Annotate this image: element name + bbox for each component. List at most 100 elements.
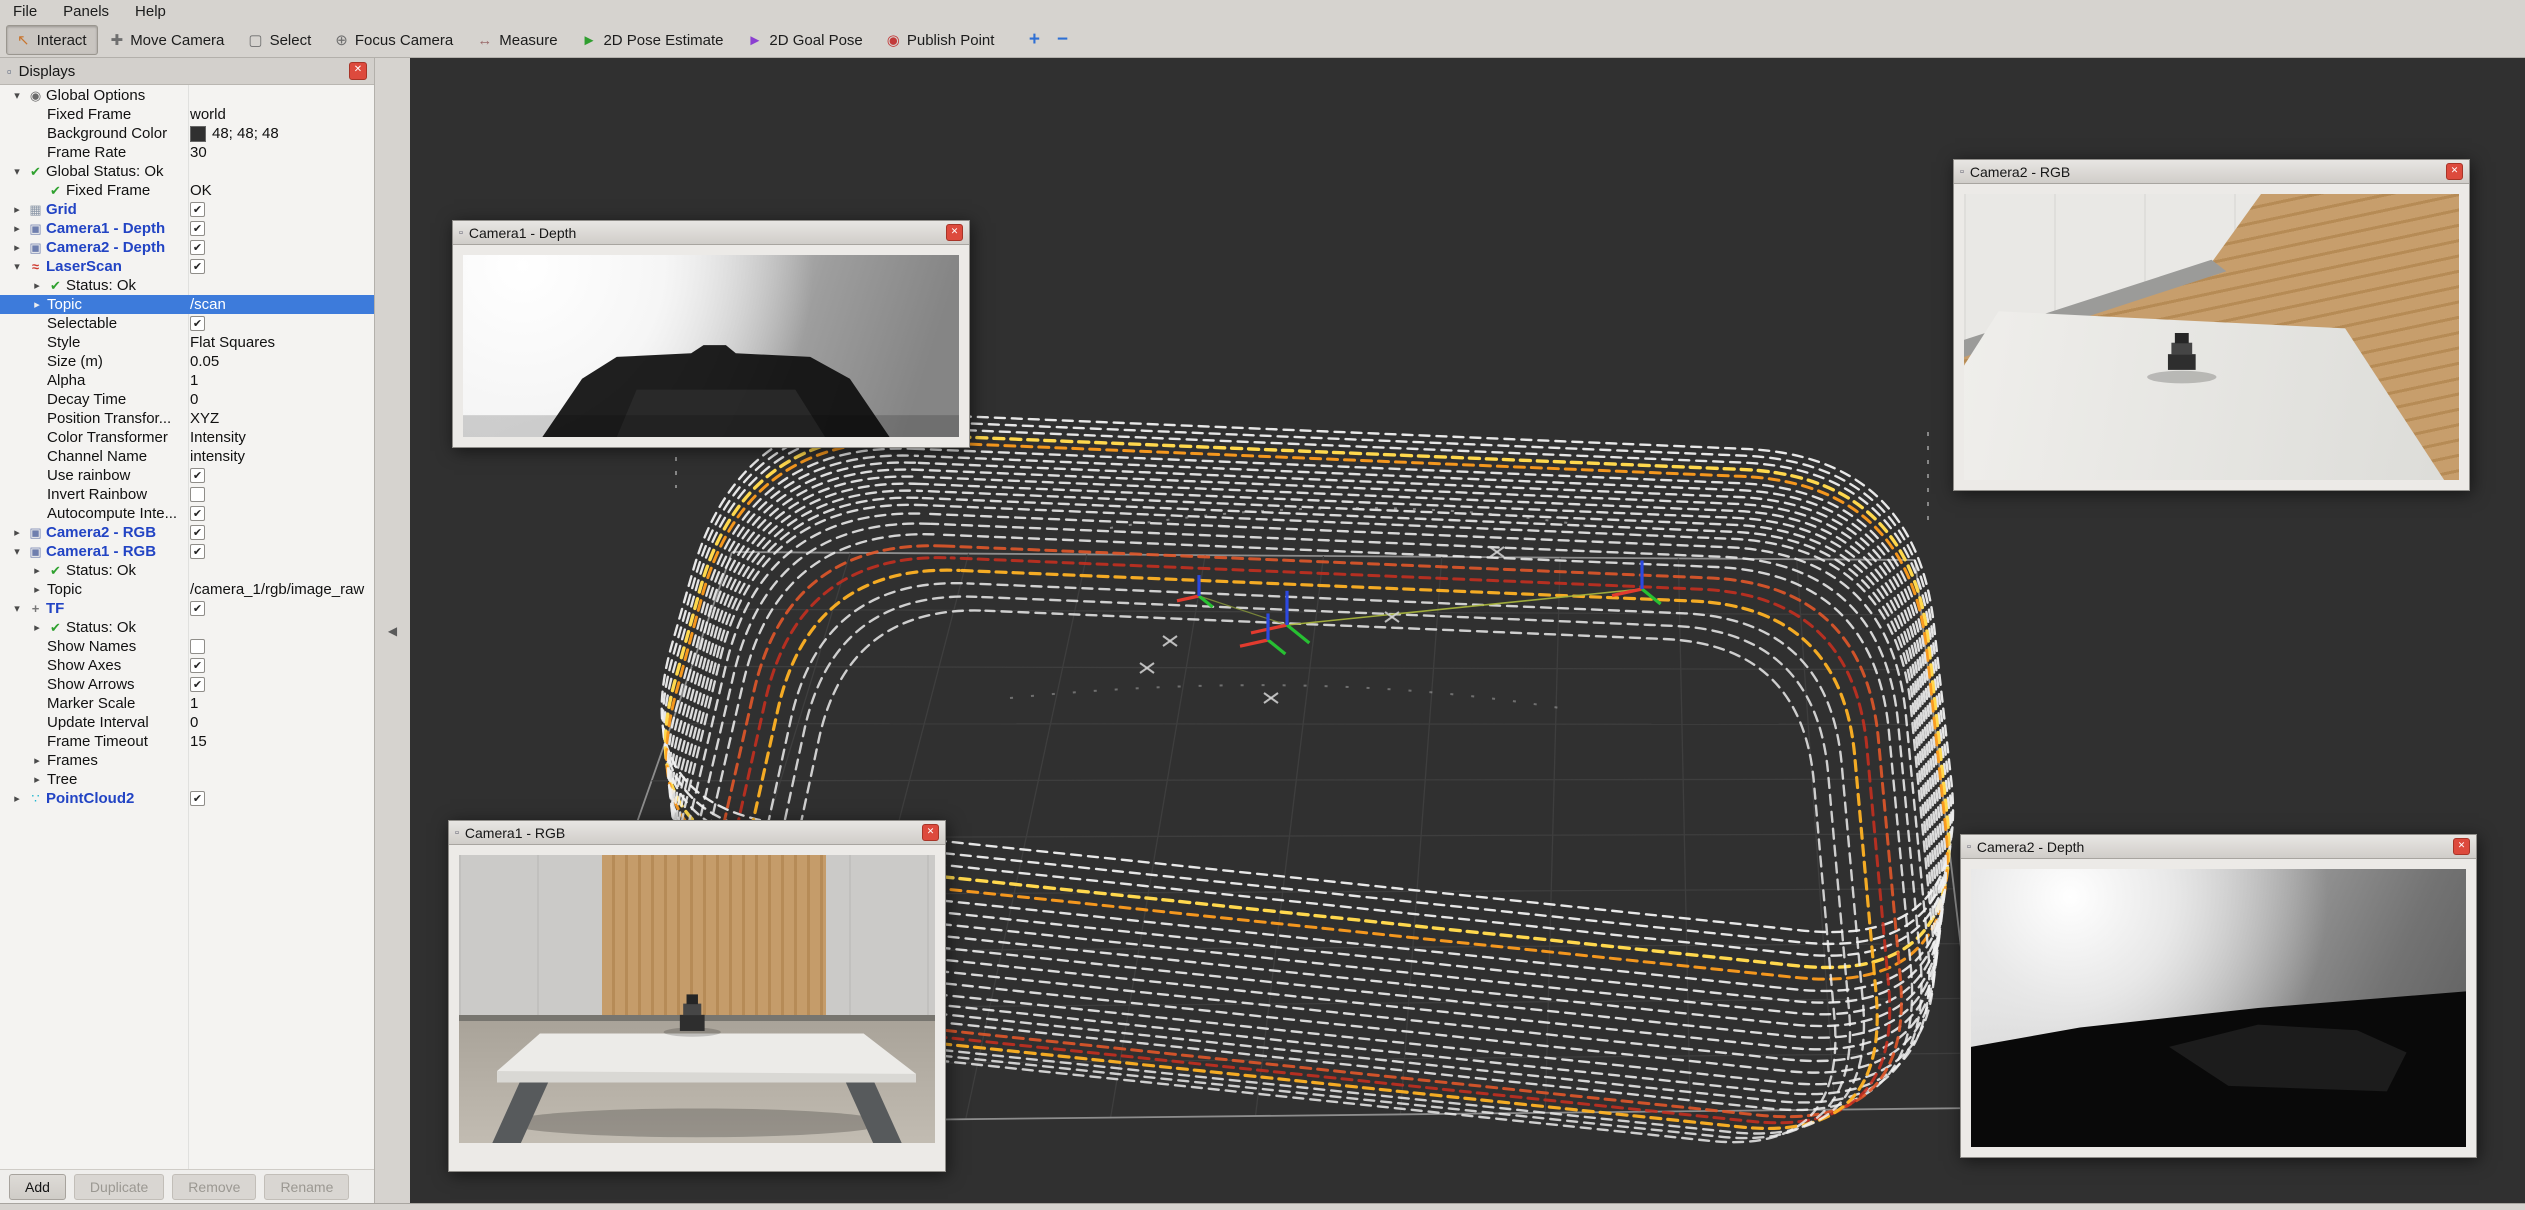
expander-icon[interactable]: ▸ xyxy=(8,526,26,539)
tool-move-camera[interactable]: ✚Move Camera xyxy=(100,25,236,55)
row-checkbox[interactable]: ✔ xyxy=(190,525,205,540)
tree-row-global-status-ok-4[interactable]: ▾✔Global Status: Ok xyxy=(0,162,374,181)
tool-2d-goal-pose[interactable]: ►2D Goal Pose xyxy=(737,25,874,55)
row-checkbox[interactable]: ✔ xyxy=(190,544,205,559)
camera2-rgb-titlebar[interactable]: ▫ Camera2 - RGB ✕ xyxy=(1954,160,2469,184)
tree-row-laserscan-9[interactable]: ▾≈LaserScan✔ xyxy=(0,257,374,276)
3d-viewport[interactable]: ▫ Camera1 - Depth ✕ ▫ Camera2 - RGB ✕ xyxy=(410,58,2525,1204)
expander-icon[interactable]: ▸ xyxy=(28,754,46,767)
close-icon[interactable]: ✕ xyxy=(2446,163,2463,180)
value-text[interactable]: 0 xyxy=(190,714,198,731)
value-text[interactable]: 1 xyxy=(190,695,198,712)
tree-row-status-ok-25[interactable]: ▸✔Status: Ok xyxy=(0,561,374,580)
add-tool-button[interactable]: + xyxy=(1021,27,1047,53)
tree-row-marker-scale-32[interactable]: Marker Scale1 xyxy=(0,694,374,713)
remove-tool-button[interactable]: − xyxy=(1049,27,1075,53)
value-text[interactable]: 1 xyxy=(190,372,198,389)
value-text[interactable]: 0.05 xyxy=(190,353,219,370)
tree-row-color-transformer-18[interactable]: Color TransformerIntensity xyxy=(0,428,374,447)
menu-item-help[interactable]: Help xyxy=(122,0,179,23)
value-text[interactable]: Intensity xyxy=(190,429,246,446)
expander-icon[interactable]: ▸ xyxy=(8,222,26,235)
tree-row-size-m-14[interactable]: Size (m)0.05 xyxy=(0,352,374,371)
tree-row-autocompute-inte-22[interactable]: Autocompute Inte...✔ xyxy=(0,504,374,523)
tree-row-tree-36[interactable]: ▸Tree xyxy=(0,770,374,789)
expander-icon[interactable]: ▾ xyxy=(8,89,26,102)
camera1-depth-panel[interactable]: ▫ Camera1 - Depth ✕ xyxy=(452,220,970,448)
value-text[interactable]: 48; 48; 48 xyxy=(212,125,279,142)
tree-row-frame-timeout-34[interactable]: Frame Timeout15 xyxy=(0,732,374,751)
tool-measure[interactable]: ↔Measure xyxy=(466,25,568,55)
value-text[interactable]: 0 xyxy=(190,391,198,408)
row-checkbox[interactable]: ✔ xyxy=(190,316,205,331)
row-checkbox[interactable]: ✔ xyxy=(190,259,205,274)
row-checkbox[interactable]: ✔ xyxy=(190,658,205,673)
color-swatch[interactable] xyxy=(190,126,206,142)
collapse-panel-icon[interactable]: ◀ xyxy=(388,624,397,638)
tree-row-position-transfor-17[interactable]: Position Transfor...XYZ xyxy=(0,409,374,428)
tool-publish-point[interactable]: ◉Publish Point xyxy=(876,25,1006,55)
value-text[interactable]: 15 xyxy=(190,733,207,750)
close-icon[interactable]: ✕ xyxy=(2453,838,2470,855)
close-icon[interactable]: ✕ xyxy=(946,224,963,241)
camera1-rgb-panel[interactable]: ▫ Camera1 - RGB ✕ xyxy=(448,820,946,1172)
value-text[interactable]: /camera_1/rgb/image_raw xyxy=(190,581,364,598)
value-text[interactable]: world xyxy=(190,106,226,123)
row-checkbox[interactable]: ✔ xyxy=(190,468,205,483)
tree-row-camera2-rgb-23[interactable]: ▸▣Camera2 - RGB✔ xyxy=(0,523,374,542)
expander-icon[interactable]: ▾ xyxy=(8,602,26,615)
expander-icon[interactable]: ▾ xyxy=(8,545,26,558)
row-checkbox[interactable]: ✔ xyxy=(190,791,205,806)
tree-row-show-arrows-31[interactable]: Show Arrows✔ xyxy=(0,675,374,694)
row-checkbox[interactable]: ✔ xyxy=(190,601,205,616)
tree-row-selectable-12[interactable]: Selectable✔ xyxy=(0,314,374,333)
row-checkbox[interactable]: ✔ xyxy=(190,240,205,255)
tree-row-channel-name-19[interactable]: Channel Nameintensity xyxy=(0,447,374,466)
tree-row-frames-35[interactable]: ▸Frames xyxy=(0,751,374,770)
row-checkbox[interactable]: ✔ xyxy=(190,506,205,521)
tree-row-status-ok-10[interactable]: ▸✔Status: Ok xyxy=(0,276,374,295)
tool-select[interactable]: ▢Select xyxy=(237,25,322,55)
value-text[interactable]: intensity xyxy=(190,448,245,465)
menu-item-file[interactable]: File xyxy=(0,0,50,23)
tree-row-camera2-depth-8[interactable]: ▸▣Camera2 - Depth✔ xyxy=(0,238,374,257)
tree-row-style-13[interactable]: StyleFlat Squares xyxy=(0,333,374,352)
tree-row-topic-26[interactable]: ▸Topic/camera_1/rgb/image_raw xyxy=(0,580,374,599)
tree-row-show-names-29[interactable]: Show Names xyxy=(0,637,374,656)
tool-interact[interactable]: ↖Interact xyxy=(6,25,98,55)
add-button[interactable]: Add xyxy=(9,1174,66,1200)
expander-icon[interactable]: ▾ xyxy=(8,165,26,178)
expander-icon[interactable]: ▸ xyxy=(28,564,46,577)
camera2-depth-titlebar[interactable]: ▫ Camera2 - Depth ✕ xyxy=(1961,835,2476,859)
tool-focus-camera[interactable]: ⊕Focus Camera xyxy=(324,25,464,55)
expander-icon[interactable]: ▸ xyxy=(28,583,46,596)
value-text[interactable]: /scan xyxy=(190,296,226,313)
tree-row-grid-6[interactable]: ▸▦Grid✔ xyxy=(0,200,374,219)
row-checkbox[interactable]: ✔ xyxy=(190,221,205,236)
camera2-depth-panel[interactable]: ▫ Camera2 - Depth ✕ xyxy=(1960,834,2477,1158)
tree-row-fixed-frame-5[interactable]: ✔Fixed FrameOK xyxy=(0,181,374,200)
tree-row-global-options-0[interactable]: ▾◉Global Options xyxy=(0,86,374,105)
tree-row-pointcloud2-37[interactable]: ▸∵PointCloud2✔ xyxy=(0,789,374,808)
camera1-rgb-titlebar[interactable]: ▫ Camera1 - RGB ✕ xyxy=(449,821,945,845)
camera2-rgb-panel[interactable]: ▫ Camera2 - RGB ✕ xyxy=(1953,159,2470,491)
tree-row-background-color-2[interactable]: Background Color48; 48; 48 xyxy=(0,124,374,143)
row-checkbox[interactable]: ✔ xyxy=(190,677,205,692)
menu-item-panels[interactable]: Panels xyxy=(50,0,122,23)
expander-icon[interactable]: ▸ xyxy=(28,773,46,786)
tree-row-alpha-15[interactable]: Alpha1 xyxy=(0,371,374,390)
expander-icon[interactable]: ▸ xyxy=(8,241,26,254)
value-text[interactable]: OK xyxy=(190,182,212,199)
tree-row-show-axes-30[interactable]: Show Axes✔ xyxy=(0,656,374,675)
expander-icon[interactable]: ▸ xyxy=(8,203,26,216)
row-checkbox[interactable] xyxy=(190,639,205,654)
tool-2d-pose-estimate[interactable]: ►2D Pose Estimate xyxy=(571,25,735,55)
tree-row-use-rainbow-20[interactable]: Use rainbow✔ xyxy=(0,466,374,485)
expander-icon[interactable]: ▾ xyxy=(8,260,26,273)
expander-icon[interactable]: ▸ xyxy=(28,298,46,311)
tree-row-topic-11[interactable]: ▸Topic/scan xyxy=(0,295,374,314)
close-icon[interactable]: ✕ xyxy=(922,824,939,841)
expander-icon[interactable]: ▸ xyxy=(8,792,26,805)
expander-icon[interactable]: ▸ xyxy=(28,621,46,634)
value-text[interactable]: 30 xyxy=(190,144,207,161)
